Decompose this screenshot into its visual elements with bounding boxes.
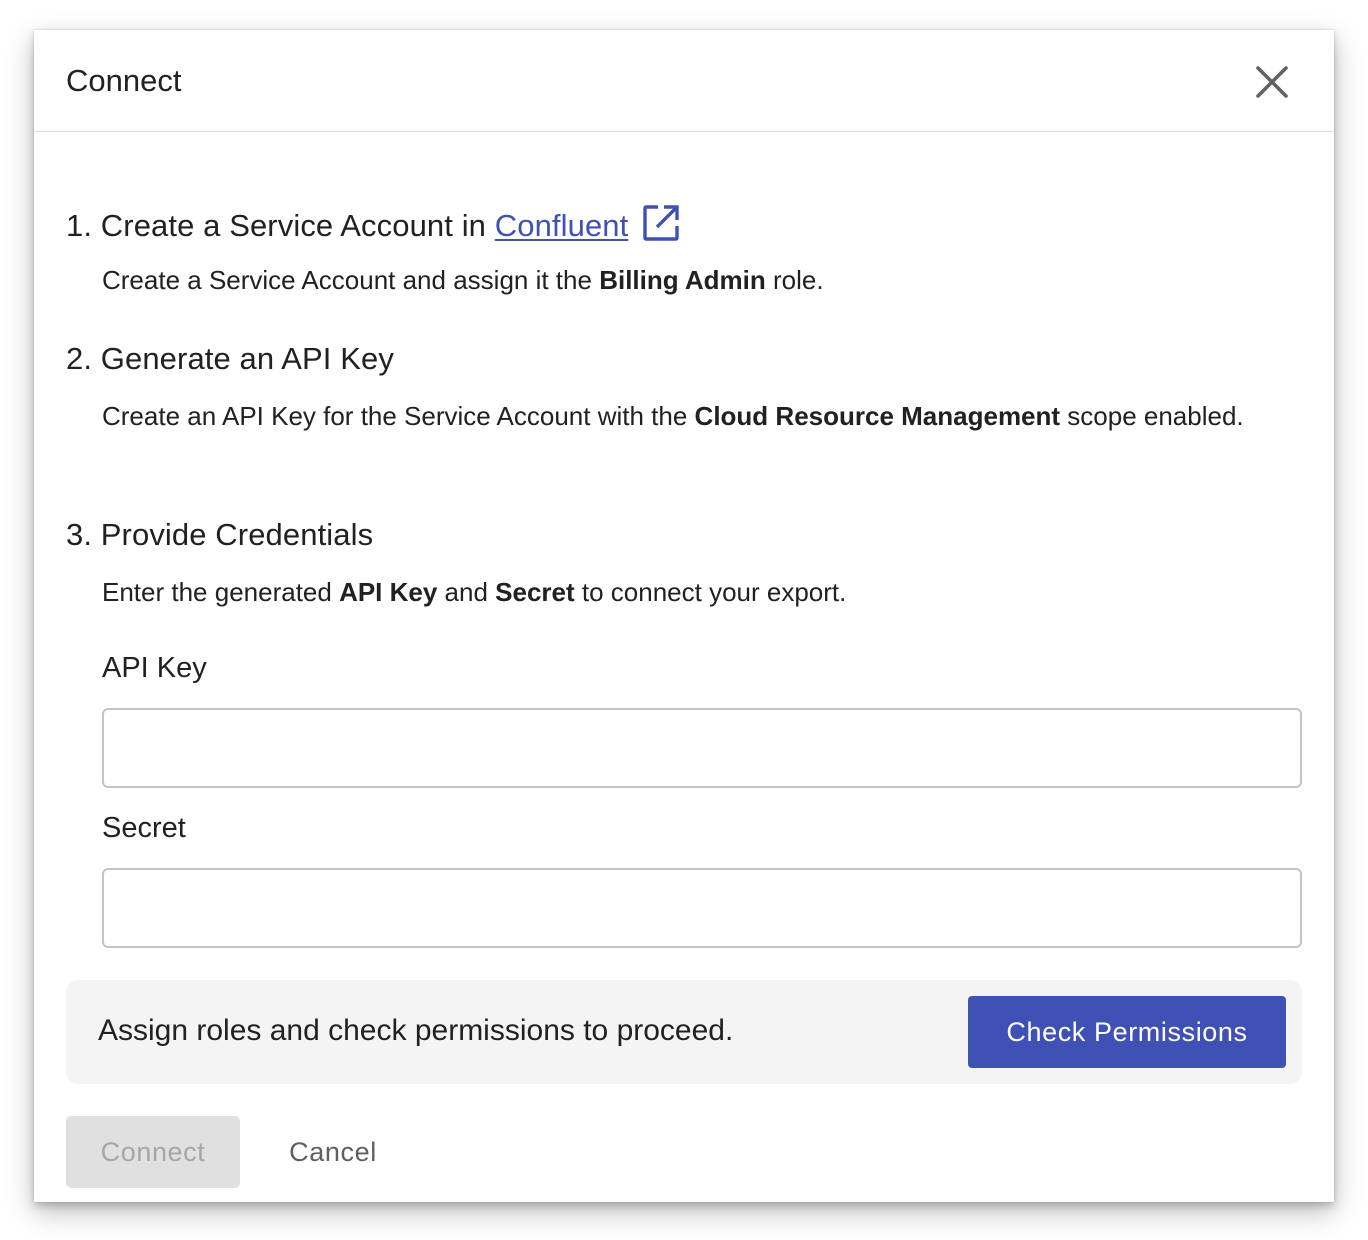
step-2-number: 2.: [66, 341, 93, 376]
step-3-title-text: Provide Credentials: [100, 517, 374, 552]
external-link-icon[interactable]: [642, 204, 680, 242]
step-3-description: Enter the generated API Key and Secret t…: [102, 577, 847, 607]
step-1-title: 1. Create a Service Account in Confluent: [66, 204, 680, 245]
check-permissions-button[interactable]: Check Permissions: [968, 996, 1286, 1068]
step-2-title-text: Generate an API Key: [100, 341, 394, 376]
step-3-title: 3. Provide Credentials: [66, 516, 373, 554]
cloud-resource-management-scope: Cloud Resource Management: [694, 401, 1061, 431]
billing-admin-role: Billing Admin: [599, 265, 766, 295]
connect-dialog: Connect 1. Create a Service Account in C…: [34, 30, 1334, 1202]
cancel-button[interactable]: Cancel: [268, 1116, 398, 1188]
close-icon[interactable]: [1254, 64, 1290, 100]
dialog-title: Connect: [66, 63, 182, 98]
step-1-number: 1.: [66, 208, 93, 243]
secret-label: Secret: [102, 812, 186, 844]
secret-input[interactable]: [102, 868, 1302, 948]
permissions-banner: Assign roles and check permissions to pr…: [66, 980, 1302, 1084]
api-key-input[interactable]: [102, 708, 1302, 788]
step-3-number: 3.: [66, 517, 93, 552]
confluent-link[interactable]: Confluent: [495, 208, 629, 243]
permissions-banner-text: Assign roles and check permissions to pr…: [98, 1014, 734, 1047]
connect-button[interactable]: Connect: [66, 1116, 240, 1188]
step-2-description: Create an API Key for the Service Accoun…: [102, 401, 1244, 431]
step-1-title-text: Create a Service Account in: [100, 208, 487, 243]
dialog-header: Connect: [34, 30, 1334, 132]
api-key-label: API Key: [102, 652, 207, 684]
step-1-description: Create a Service Account and assign it t…: [102, 265, 824, 295]
step-2-title: 2. Generate an API Key: [66, 340, 394, 378]
